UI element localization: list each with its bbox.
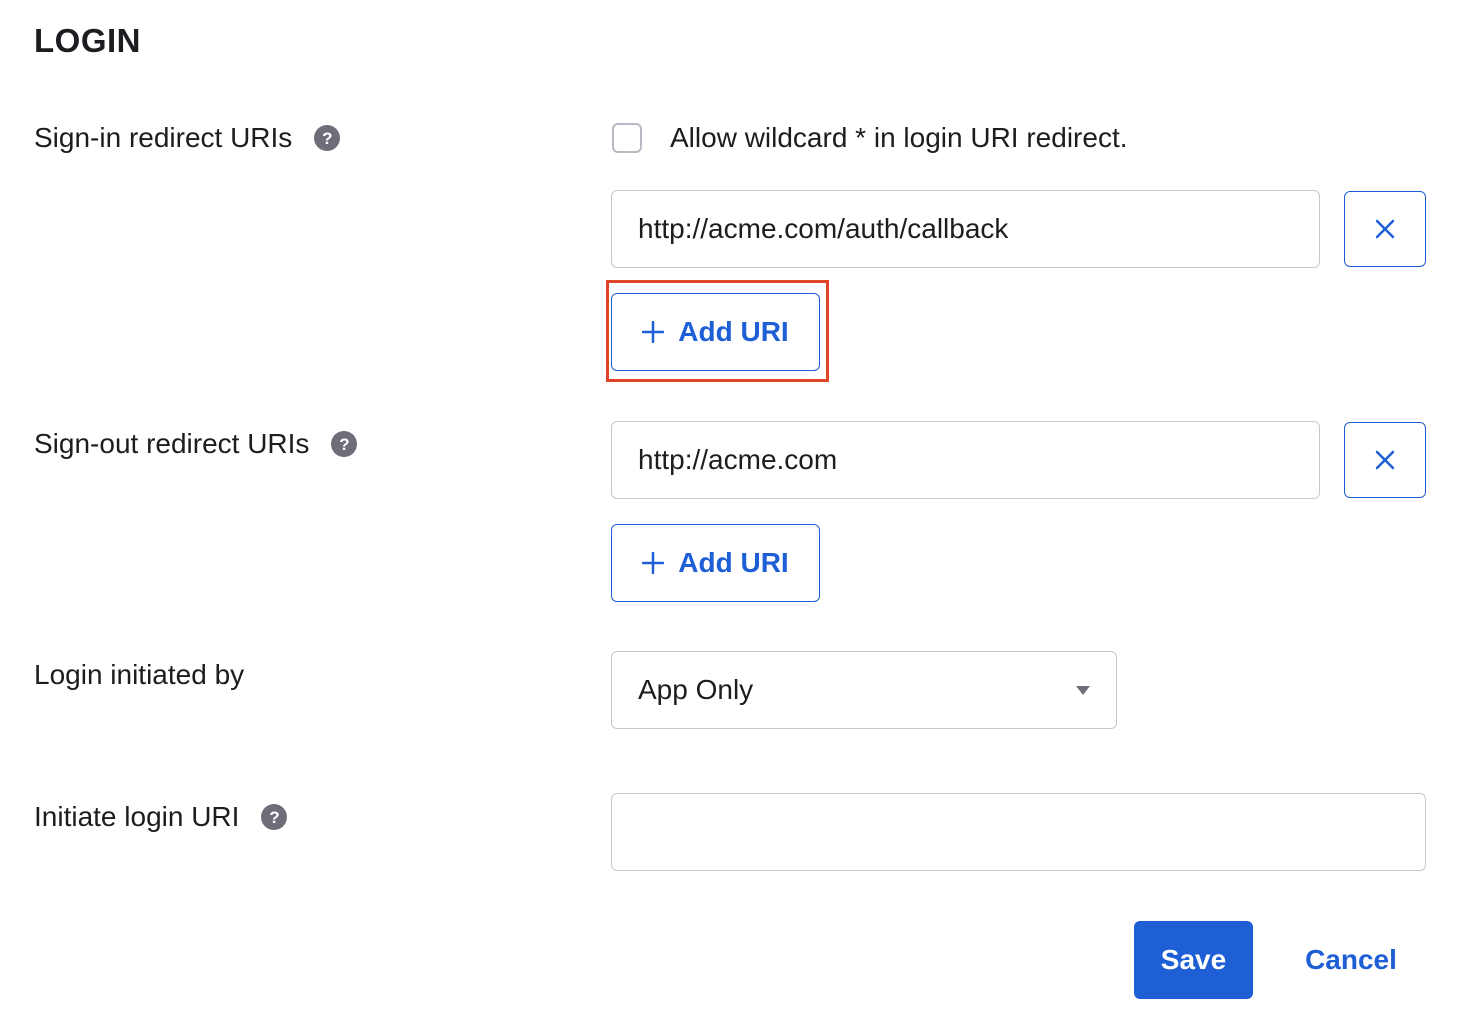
section-title: LOGIN	[34, 22, 141, 59]
question-circle-icon[interactable]: ?	[331, 431, 358, 457]
signout-uri-input[interactable]: http://acme.com	[611, 421, 1320, 499]
login-initiated-value: App Only	[638, 674, 754, 705]
signout-add-uri-button[interactable]: Add URI	[611, 524, 820, 602]
initiate-uri-input[interactable]	[611, 793, 1426, 871]
plus-icon	[642, 552, 665, 574]
signout-add-uri-label: Add URI	[678, 547, 789, 578]
initiate-uri-label: Initiate login URI	[34, 801, 240, 832]
caret-down-icon	[1076, 685, 1090, 695]
signout-remove-uri-button[interactable]	[1344, 422, 1426, 498]
signin-uri-input[interactable]: http://acme.com/auth/callback	[611, 190, 1320, 268]
login-initiated-label-row: Login initiated by	[34, 659, 244, 691]
signin-uri-value: http://acme.com/auth/callback	[638, 213, 1009, 244]
wildcard-checkbox[interactable]	[612, 123, 642, 153]
save-button[interactable]: Save	[1134, 921, 1253, 999]
question-circle-icon[interactable]: ?	[314, 125, 341, 151]
wildcard-label: Allow wildcard * in login URI redirect.	[670, 122, 1128, 153]
highlight-box	[606, 280, 829, 382]
cancel-button[interactable]: Cancel	[1290, 921, 1412, 999]
question-circle-icon[interactable]: ?	[261, 804, 288, 830]
login-initiated-label: Login initiated by	[34, 659, 245, 690]
login-settings-page: LOGIN Sign-in redirect URIs ? Allow wild…	[0, 0, 1459, 1024]
signout-label: Sign-out redirect URIs	[34, 428, 310, 459]
signin-label: Sign-in redirect URIs	[34, 122, 293, 153]
signout-uri-value: http://acme.com	[638, 444, 838, 475]
wildcard-checkbox-row[interactable]: Allow wildcard * in login URI redirect.	[612, 122, 1128, 154]
signin-remove-uri-button[interactable]	[1344, 191, 1426, 267]
signout-label-row: Sign-out redirect URIs ?	[34, 428, 358, 460]
login-initiated-select[interactable]: App Only	[611, 651, 1117, 729]
signin-label-row: Sign-in redirect URIs ?	[34, 122, 341, 154]
close-icon	[1375, 219, 1395, 239]
close-icon	[1375, 450, 1395, 470]
initiate-uri-label-row: Initiate login URI ?	[34, 801, 288, 833]
